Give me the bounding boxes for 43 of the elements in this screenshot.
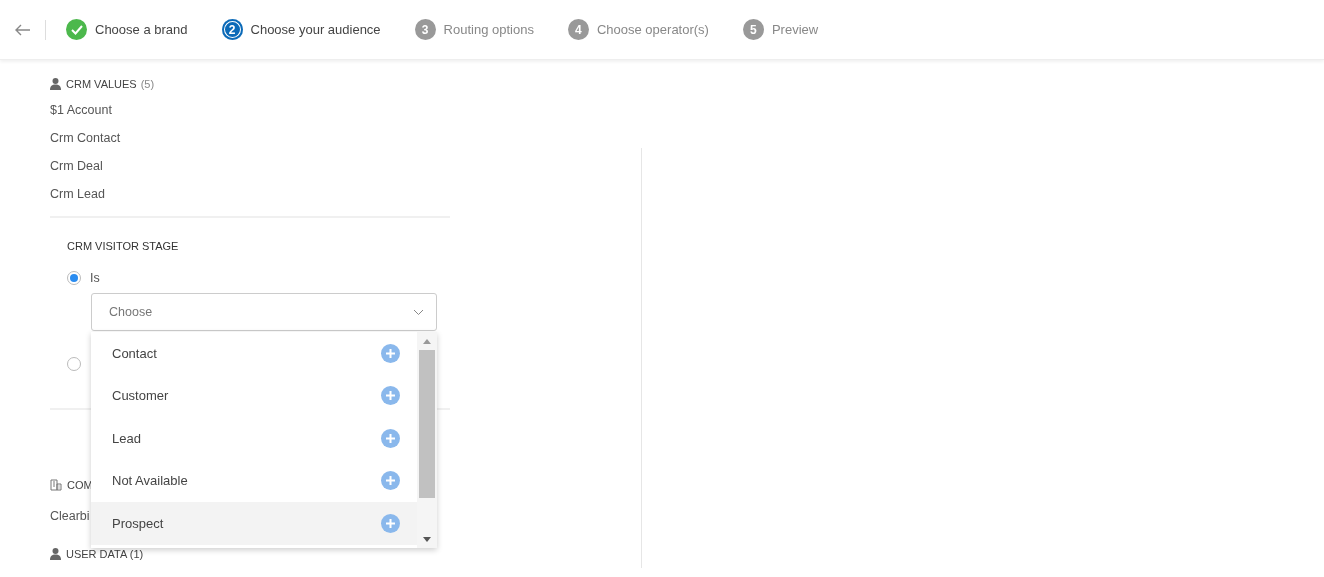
- dropdown-option[interactable]: Prospect: [91, 502, 417, 545]
- crm-value: Crm Deal: [50, 158, 103, 175]
- step-label: Preview: [771, 22, 819, 37]
- dropdown-option[interactable]: Contact: [91, 332, 417, 375]
- section-title: CRM VISITOR STAGE: [67, 240, 179, 252]
- plus-icon[interactable]: [381, 471, 400, 491]
- radio-label: Is: [90, 271, 100, 285]
- step-item[interactable]: Choose a brand: [66, 19, 188, 40]
- plus-icon[interactable]: [381, 513, 400, 533]
- scroll-up-icon[interactable]: [423, 339, 431, 344]
- step-item[interactable]: 4 Choose operator(s): [567, 19, 709, 40]
- back-button[interactable]: [15, 23, 31, 36]
- chevron-down-icon: [413, 308, 424, 316]
- check-icon: [66, 19, 87, 40]
- building-icon: [50, 479, 62, 491]
- scrollbar[interactable]: [417, 332, 437, 548]
- step-item[interactable]: 5 Preview: [742, 19, 819, 40]
- choose-select[interactable]: Choose: [91, 293, 437, 331]
- step-item[interactable]: 3 Routing options: [414, 19, 534, 40]
- step-label: Choose your audience: [250, 22, 381, 37]
- step-label: Routing options: [443, 22, 534, 37]
- radio-button[interactable]: [67, 271, 81, 285]
- crm-value: Crm Contact: [50, 130, 121, 147]
- scroll-down-icon[interactable]: [423, 537, 431, 542]
- step-item[interactable]: 2 Choose your audience: [221, 19, 381, 40]
- plus-icon[interactable]: [381, 428, 400, 448]
- step-number: 2: [221, 19, 243, 40]
- person-icon: [50, 78, 61, 90]
- plus-icon[interactable]: [381, 343, 400, 363]
- company-value: Clearbi: [50, 508, 90, 525]
- person-icon: [50, 548, 61, 560]
- step-number: 3: [414, 19, 436, 40]
- plus-icon[interactable]: [381, 386, 400, 406]
- section-title: USER DATA (1): [66, 548, 144, 560]
- step-label: Choose a brand: [95, 22, 188, 37]
- step-label: Choose operator(s): [596, 22, 709, 37]
- crm-value: Crm Lead: [50, 186, 105, 203]
- step-number: 4: [567, 19, 589, 40]
- step-number: 5: [742, 19, 764, 40]
- crm-value: $1 Account: [50, 102, 112, 119]
- section-title: CRM VALUES (5): [66, 78, 155, 90]
- radio-button[interactable]: [67, 357, 81, 371]
- back-arrow-icon: [15, 23, 31, 36]
